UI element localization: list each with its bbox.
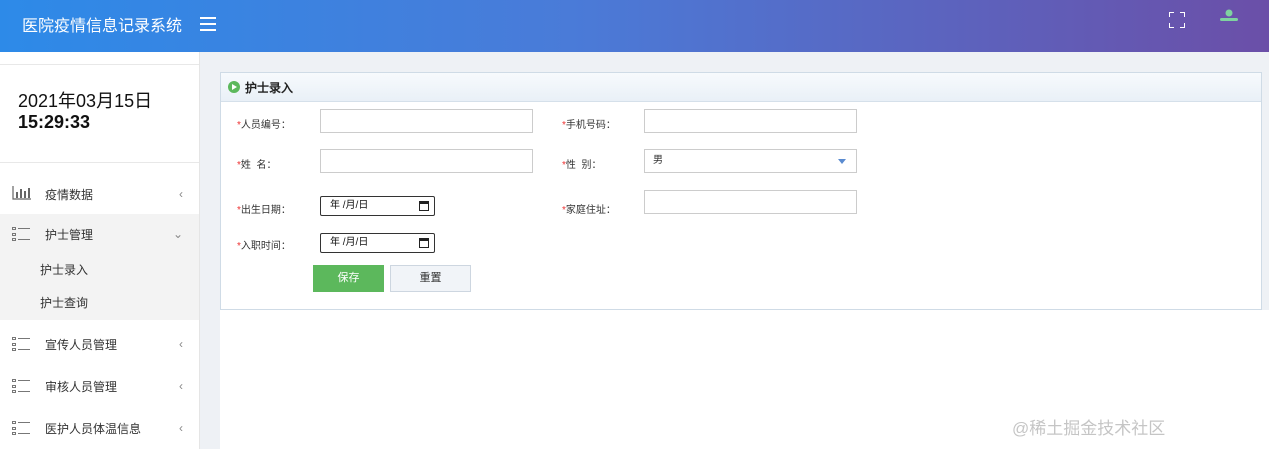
sidebar: 2021年03月15日 15:29:33 疫情数据 ‹ 护士管理 ⌄ 护士录入 … (0, 52, 200, 449)
reset-button[interactable]: 重置 (390, 265, 471, 292)
sidebar-item-temperature-info[interactable]: 医护人员体温信息 ‹ (0, 408, 199, 448)
calendar-icon[interactable] (419, 238, 429, 248)
panel-title: 护士录入 (245, 80, 294, 95)
staff-no-input[interactable] (320, 109, 533, 133)
list-icon (12, 378, 32, 394)
hire-date-label: *入职时间： (237, 241, 291, 252)
dropdown-arrow-icon (838, 159, 846, 164)
list-icon (12, 336, 32, 352)
sidebar-item-reviewer-staff[interactable]: 审核人员管理 ‹ (0, 366, 199, 406)
clock-time: 15:29:33 (18, 112, 91, 132)
chevron-left-icon: ‹ (179, 187, 183, 201)
watermark: @稀土掘金技术社区 (1012, 419, 1166, 438)
clock-date: 2021年03月15日 (18, 91, 153, 111)
top-header: 医院疫情信息记录系统 (0, 0, 1269, 52)
sidebar-item-label: 疫情数据 (45, 187, 94, 202)
staff-no-label: *人员编号： (237, 120, 291, 131)
hamburger-menu-icon[interactable] (200, 17, 216, 31)
panel-header: 护士录入 (221, 73, 1261, 102)
chevron-down-icon: ⌄ (172, 227, 183, 241)
fullscreen-icon[interactable] (1169, 12, 1185, 28)
sidebar-item-nurse-management[interactable]: 护士管理 ⌄ (0, 214, 199, 254)
phone-input[interactable] (644, 109, 857, 133)
sidebar-subitem-nurse-query[interactable]: 护士查询 (0, 287, 199, 320)
sidebar-item-label: 宣传人员管理 (45, 337, 118, 352)
sidebar-item-epidemic-data[interactable]: 疫情数据 ‹ (0, 174, 199, 214)
calendar-icon[interactable] (419, 201, 429, 211)
sidebar-item-label: 医护人员体温信息 (45, 421, 142, 436)
list-icon (12, 420, 32, 436)
sidebar-item-label: 审核人员管理 (45, 379, 118, 394)
app-title: 医院疫情信息记录系统 (22, 18, 183, 35)
chevron-left-icon: ‹ (179, 337, 183, 351)
chevron-left-icon: ‹ (179, 379, 183, 393)
name-input[interactable] (320, 149, 533, 173)
name-label: *姓 名： (237, 160, 277, 171)
play-circle-icon (228, 81, 240, 93)
birth-date-label: *出生日期： (237, 205, 291, 216)
list-icon (12, 226, 32, 242)
phone-label: *手机号码： (562, 120, 616, 131)
user-icon[interactable] (1218, 8, 1240, 24)
nurse-management-group: 护士管理 ⌄ 护士录入 护士查询 (0, 214, 199, 320)
sidebar-item-publicity-staff[interactable]: 宣传人员管理 ‹ (0, 324, 199, 364)
clock: 2021年03月15日 15:29:33 (0, 65, 199, 163)
bar-chart-icon (12, 186, 32, 202)
address-input[interactable] (644, 190, 857, 214)
save-button[interactable]: 保存 (313, 265, 384, 292)
gender-label: *性 别： (562, 160, 602, 171)
address-label: *家庭住址： (562, 205, 616, 216)
sidebar-item-label: 护士管理 (45, 227, 94, 242)
gender-select[interactable]: 男 (644, 149, 857, 173)
sidebar-subitem-nurse-entry[interactable]: 护士录入 (0, 254, 199, 287)
birth-date-input[interactable]: 年 /月/日 (320, 196, 435, 216)
hire-date-input[interactable]: 年 /月/日 (320, 233, 435, 253)
chevron-left-icon: ‹ (179, 421, 183, 435)
